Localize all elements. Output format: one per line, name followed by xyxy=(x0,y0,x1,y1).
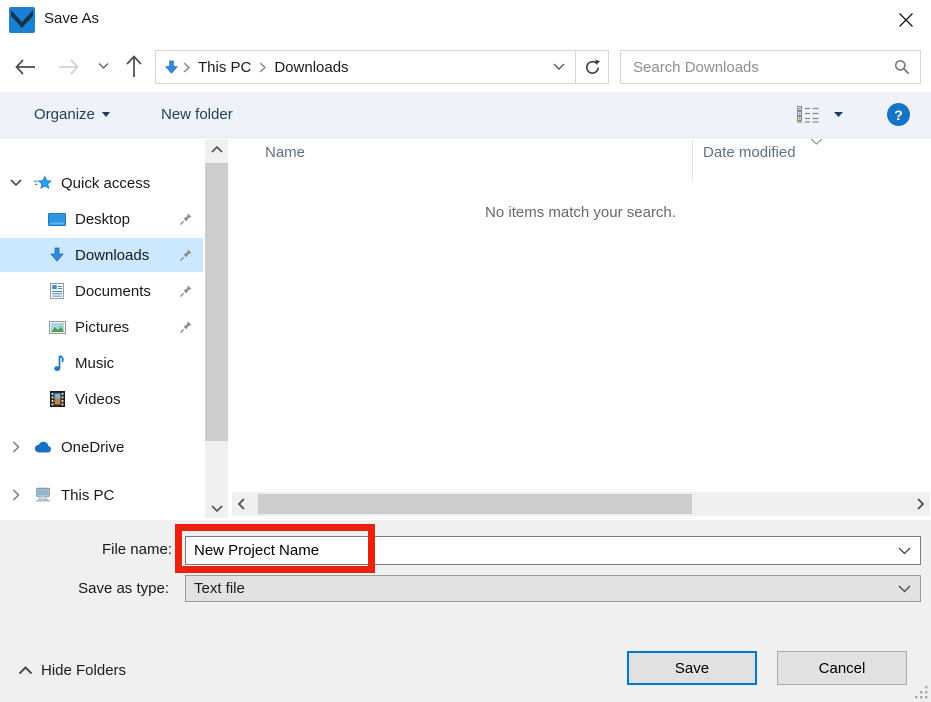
search-icon[interactable] xyxy=(894,59,910,75)
navigation-pane: Quick access Desktop Downloads xyxy=(0,138,230,520)
onedrive-cloud-icon xyxy=(34,441,52,454)
quick-access-star-icon xyxy=(34,175,52,191)
breadcrumb-separator-icon xyxy=(259,62,266,73)
view-options-caret-icon[interactable] xyxy=(834,112,843,117)
sidebar-item-label: Desktop xyxy=(75,211,130,228)
recent-locations-chevron-icon[interactable] xyxy=(98,62,109,70)
app-icon xyxy=(9,7,35,33)
sidebar-item-videos[interactable]: Videos xyxy=(0,382,203,416)
this-pc-icon xyxy=(34,487,52,503)
new-folder-button[interactable]: New folder xyxy=(155,92,239,137)
sidebar-item-quick-access[interactable]: Quick access xyxy=(0,166,203,200)
hide-folders-button[interactable]: Hide Folders xyxy=(12,661,132,680)
sidebar-item-label: Downloads xyxy=(75,247,149,264)
close-button[interactable] xyxy=(883,0,929,40)
search-box xyxy=(620,50,921,84)
help-glyph: ? xyxy=(894,107,903,123)
scroll-right-icon[interactable] xyxy=(917,498,924,510)
content-area: Quick access Desktop Downloads xyxy=(0,138,931,520)
sidebar-item-music[interactable]: Music xyxy=(0,346,203,380)
videos-icon xyxy=(48,391,66,407)
details-view-icon[interactable] xyxy=(797,106,820,123)
save-as-type-value: Text file xyxy=(194,580,245,597)
sidebar-item-label: Music xyxy=(75,355,114,372)
save-as-type-label: Save as type: xyxy=(57,580,169,597)
chevron-right-icon[interactable] xyxy=(8,441,24,453)
scroll-up-icon[interactable] xyxy=(205,139,228,159)
pin-icon xyxy=(179,212,193,226)
pictures-icon xyxy=(48,321,66,334)
close-icon xyxy=(898,12,914,28)
dialog-bottom-panel: File name: Save as type: Text file Hide … xyxy=(0,520,931,702)
downloads-folder-icon xyxy=(164,60,179,75)
sidebar-item-onedrive[interactable]: OneDrive xyxy=(0,430,203,464)
back-button[interactable] xyxy=(13,55,37,79)
pin-icon xyxy=(179,320,193,334)
refresh-button[interactable] xyxy=(575,50,609,84)
column-header-date-modified[interactable]: Date modified xyxy=(703,144,796,161)
file-name-combobox xyxy=(185,536,921,565)
help-button[interactable]: ? xyxy=(887,103,910,126)
hide-folders-label: Hide Folders xyxy=(41,662,126,679)
sidebar-item-desktop[interactable]: Desktop xyxy=(0,202,203,236)
chevron-right-icon[interactable] xyxy=(8,489,24,501)
horizontal-scrollbar-thumb[interactable] xyxy=(258,494,692,514)
sidebar-item-documents[interactable]: Documents xyxy=(0,274,203,308)
forward-button-disabled[interactable] xyxy=(57,55,81,79)
save-button[interactable]: Save xyxy=(627,651,757,685)
address-breadcrumb-bar[interactable]: This PC Downloads xyxy=(155,50,576,84)
sidebar-item-pictures[interactable]: Pictures xyxy=(0,310,203,344)
new-folder-label: New folder xyxy=(161,106,233,123)
resize-grip[interactable] xyxy=(915,686,928,699)
organize-label: Organize xyxy=(34,106,95,123)
save-as-type-chevron-icon xyxy=(898,585,920,593)
window-title: Save As xyxy=(44,10,99,27)
sidebar-item-label: Videos xyxy=(75,391,121,408)
column-divider[interactable] xyxy=(692,140,693,180)
file-name-label: File name: xyxy=(60,541,172,558)
vertical-scrollbar-thumb[interactable] xyxy=(205,163,228,441)
music-note-icon xyxy=(48,355,66,372)
title-bar: Save As xyxy=(0,0,931,42)
scroll-down-icon[interactable] xyxy=(205,498,228,518)
address-dropdown-chevron-icon[interactable] xyxy=(553,63,567,71)
list-horizontal-scrollbar[interactable] xyxy=(232,492,930,516)
sidebar-item-this-pc[interactable]: This PC xyxy=(0,478,203,512)
up-button[interactable] xyxy=(123,53,145,79)
organize-menu-button[interactable]: Organize xyxy=(28,92,116,137)
documents-icon xyxy=(48,283,66,299)
refresh-icon xyxy=(584,59,601,76)
breadcrumb-downloads[interactable]: Downloads xyxy=(270,59,352,76)
organize-caret-icon xyxy=(102,112,110,117)
sidebar-item-label: This PC xyxy=(61,487,114,504)
sidebar-item-label: Quick access xyxy=(61,175,150,192)
sidebar-item-label: Documents xyxy=(75,283,151,300)
command-toolbar: Organize New folder ? xyxy=(0,92,931,138)
file-name-input[interactable] xyxy=(186,542,898,559)
sidebar-item-label: Pictures xyxy=(75,319,129,336)
pin-icon xyxy=(179,284,193,298)
scroll-left-icon[interactable] xyxy=(238,498,245,510)
save-as-type-dropdown[interactable]: Text file xyxy=(185,575,921,602)
sidebar-item-downloads[interactable]: Downloads xyxy=(0,238,203,272)
column-header-name[interactable]: Name xyxy=(265,144,305,161)
sidebar-vertical-scrollbar[interactable] xyxy=(205,139,228,518)
breadcrumb-this-pc[interactable]: This PC xyxy=(194,59,255,76)
desktop-icon xyxy=(48,213,66,226)
sidebar-item-label: OneDrive xyxy=(61,439,124,456)
chevron-up-icon xyxy=(18,666,33,675)
file-name-dropdown-chevron-icon[interactable] xyxy=(898,547,920,555)
search-input[interactable] xyxy=(631,58,894,77)
save-as-dialog: Save As This PC xyxy=(0,0,931,702)
file-list: Name Date modified No items match your s… xyxy=(230,138,931,520)
chevron-down-icon[interactable] xyxy=(8,179,24,187)
pin-icon xyxy=(179,248,193,262)
cancel-button[interactable]: Cancel xyxy=(777,651,907,685)
navigation-bar: This PC Downloads xyxy=(0,42,931,92)
downloads-icon xyxy=(48,247,66,263)
sort-direction-chevron-icon[interactable] xyxy=(810,138,823,145)
breadcrumb-separator-icon xyxy=(183,62,190,73)
empty-state-message: No items match your search. xyxy=(230,204,931,221)
